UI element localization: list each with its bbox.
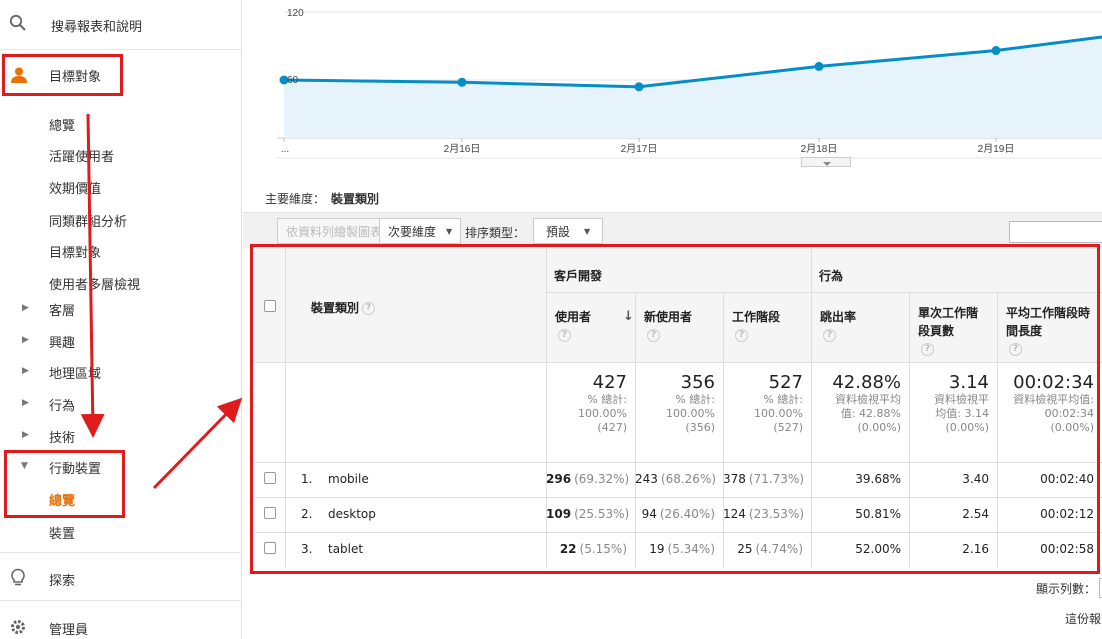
dropdown-arrow-icon: ▼: [446, 226, 453, 236]
sidebar-item-audience-sub[interactable]: 總覽: [0, 107, 242, 139]
chart-svg: 120 60... 2月16日 2月17日 2月18日 2月19日: [277, 8, 1102, 159]
devices-label: 裝置: [49, 527, 76, 542]
sidebar-group-collapsed[interactable]: ▶ 技術: [0, 419, 242, 451]
data-point[interactable]: [634, 82, 644, 92]
secondary-dimension-dropdown[interactable]: 次要維度 ▼: [379, 218, 462, 244]
data-point[interactable]: [457, 77, 467, 87]
sidebar-item-devices[interactable]: 裝置: [0, 515, 242, 547]
sidebar-sub-label: 活躍使用者: [49, 150, 115, 165]
caret-right-icon: ▶: [22, 366, 29, 376]
caret-right-icon: ▶: [22, 398, 29, 408]
x-tick-label: ...: [281, 144, 289, 155]
x-tick-label: 2月16日: [444, 143, 481, 155]
report-footer-text: 這份報: [1065, 612, 1102, 626]
sort-type-dropdown[interactable]: 預設 ▼: [533, 218, 604, 244]
caret-right-icon: ▶: [22, 303, 29, 313]
sidebar-group-collapsed[interactable]: ▶ 地理區域: [0, 355, 242, 387]
sidebar-group-label: 技術: [49, 431, 76, 446]
primary-dimension-value[interactable]: 裝置類別: [331, 192, 379, 206]
y-tick-label: 120: [287, 8, 304, 19]
annotation-box-mobile: [4, 450, 125, 518]
sidebar-sub-label: 同類群組分析: [49, 215, 128, 230]
sidebar-item-audience-sub[interactable]: 同類群組分析: [0, 203, 242, 235]
primary-dimension-label: 主要維度：: [265, 192, 326, 206]
secondary-dimension-label: 次要維度: [388, 224, 437, 239]
sidebar-sub-label: 總覽: [49, 119, 76, 134]
search-icon: [8, 13, 28, 33]
sidebar-sub-label: 使用者多層檢視: [49, 278, 141, 293]
data-point[interactable]: [991, 46, 1001, 56]
dropdown-arrow-icon: ▼: [584, 226, 591, 236]
admin-label: 管理員: [49, 623, 89, 638]
sidebar-group-label: 地理區域: [49, 367, 102, 382]
annotation-box-table: [250, 244, 1100, 574]
primary-dimension: 主要維度： 裝置類別: [265, 190, 379, 207]
sidebar-item-explore[interactable]: 探索: [0, 562, 242, 594]
sidebar-item-audience-sub[interactable]: 目標對象: [0, 234, 242, 266]
sidebar-item-audience-sub[interactable]: 效期價值: [0, 170, 242, 202]
plot-rows-button[interactable]: 依資料列繪製圖表: [277, 218, 392, 244]
table-search-input[interactable]: [1009, 221, 1102, 243]
explore-label: 探索: [49, 574, 76, 589]
line-chart: 120 60... 2月16日 2月17日 2月18日 2月19日: [243, 0, 1102, 168]
caret-right-icon: ▶: [22, 430, 29, 440]
x-tick-label: 2月17日: [621, 143, 658, 155]
chart-resize-handle[interactable]: [801, 157, 851, 167]
gear-icon: [8, 617, 28, 637]
sidebar-sub-label: 效期價值: [49, 182, 102, 197]
sidebar-group-collapsed[interactable]: ▶ 行為: [0, 387, 242, 419]
sidebar-group-label: 興趣: [49, 336, 76, 351]
search-label: 搜尋報表和說明: [51, 20, 143, 35]
y-tick-label: 60: [287, 75, 299, 86]
sidebar-sub-label: 目標對象: [49, 246, 102, 261]
sidebar-group-collapsed[interactable]: ▶ 客層: [0, 292, 242, 324]
table-toolbar: 依資料列繪製圖表 次要維度 ▼ 排序類型： 預設 ▼: [243, 212, 1102, 248]
sort-type-value: 預設: [546, 224, 571, 239]
annotation-box-audience: [2, 54, 123, 96]
sidebar-search-row[interactable]: 搜尋報表和說明: [0, 0, 242, 50]
x-tick-label: 2月18日: [801, 143, 838, 155]
sidebar-item-audience-sub[interactable]: 活躍使用者: [0, 138, 242, 170]
rows-per-page-label: 顯示列數：: [1036, 582, 1097, 596]
sidebar-divider: [0, 552, 242, 553]
sidebar-group-label: 行為: [49, 399, 76, 414]
x-tick-label: 2月19日: [978, 143, 1015, 155]
sidebar-group-label: 客層: [49, 304, 76, 319]
sidebar-group-collapsed[interactable]: ▶ 興趣: [0, 324, 242, 356]
lightbulb-icon: [8, 568, 28, 588]
caret-right-icon: ▶: [22, 335, 29, 345]
sidebar-item-admin[interactable]: 管理員: [0, 611, 242, 639]
data-point[interactable]: [814, 61, 824, 71]
sort-type-label: 排序類型：: [465, 226, 526, 240]
sidebar-divider: [0, 600, 242, 601]
